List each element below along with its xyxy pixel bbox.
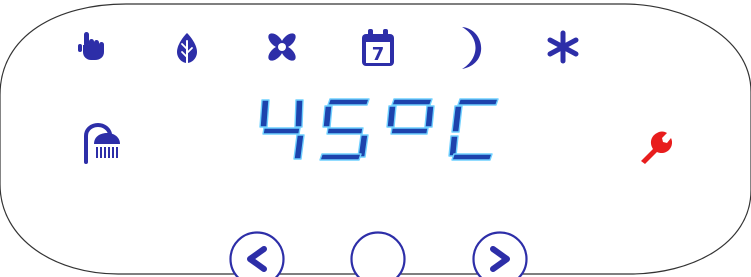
next-button[interactable] [471,230,529,277]
hand-pointer-icon[interactable] [78,28,112,62]
leaf-icon[interactable] [170,32,204,68]
calendar-icon[interactable]: 7 [360,28,396,68]
wrench-icon[interactable] [636,128,672,164]
fan-icon[interactable] [265,30,299,64]
thermostat-panel: 7 [0,0,751,277]
center-button[interactable] [349,230,407,277]
calendar-day-label: 7 [372,44,385,65]
shower-icon[interactable] [80,122,124,166]
snowflake-icon[interactable] [546,30,580,64]
temperature-display [259,98,499,161]
moon-icon[interactable] [457,26,489,70]
previous-button[interactable] [228,230,286,277]
